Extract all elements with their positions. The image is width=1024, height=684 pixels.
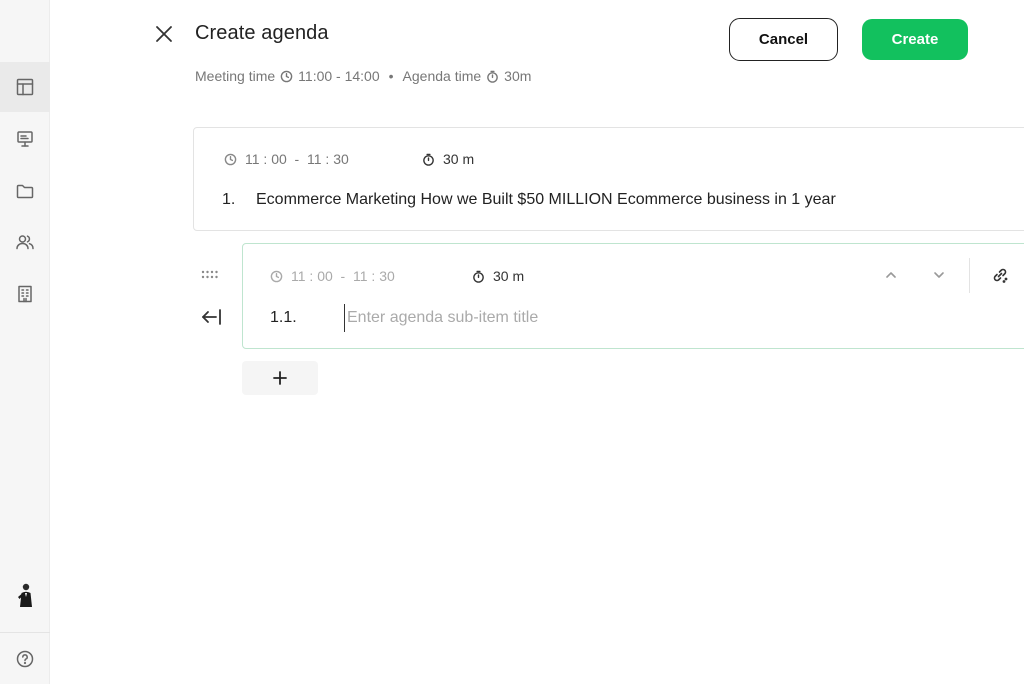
help-icon xyxy=(16,650,34,668)
meeting-time-value: 11:00 - 14:00 xyxy=(298,68,380,84)
users-icon xyxy=(16,235,34,250)
outdent-arrow-icon xyxy=(202,309,221,325)
outdent-button[interactable] xyxy=(200,307,224,327)
drag-handle-icon[interactable] xyxy=(201,270,221,280)
meeting-meta: Meeting time 11:00 - 14:00 • Agenda time… xyxy=(195,68,531,84)
sidebar-item-folder[interactable] xyxy=(0,166,50,216)
move-up-button[interactable] xyxy=(880,264,902,286)
agenda-item-title[interactable]: Ecommerce Marketing How we Built $50 MIL… xyxy=(256,191,836,209)
sub-item-time[interactable]: 11 : 00 - 11 : 30 xyxy=(270,268,395,284)
agenda-time-value: 30m xyxy=(504,68,532,84)
meeting-time-label: Meeting time xyxy=(195,68,276,84)
sub-item-duration-value: 30 m xyxy=(493,268,525,284)
sidebar xyxy=(0,0,50,684)
agenda-item-duration-value: 30 m xyxy=(443,151,475,167)
agenda-sub-item-card[interactable]: 11 : 00 - 11 : 30 30 m 1.1. xyxy=(242,243,1024,349)
sub-item-title-input[interactable] xyxy=(344,304,744,332)
agenda-item-time[interactable]: 11 : 00 - 11 : 30 xyxy=(224,151,349,167)
link-icon xyxy=(993,268,1008,283)
sidebar-item-presentation[interactable] xyxy=(0,114,50,164)
clock-icon xyxy=(270,270,283,282)
link-button[interactable] xyxy=(989,264,1011,286)
clock-icon xyxy=(224,153,237,165)
add-sub-item-button[interactable] xyxy=(242,361,318,395)
sidebar-item-layout[interactable] xyxy=(0,62,50,112)
sub-item-duration[interactable]: 30 m xyxy=(472,268,524,284)
layout-icon xyxy=(16,78,34,96)
timer-icon xyxy=(473,270,484,283)
agenda-item-duration[interactable]: 30 m xyxy=(422,151,474,167)
sub-item-number: 1.1. xyxy=(270,309,297,326)
chevron-up-icon xyxy=(886,272,896,278)
agenda-item-number: 1. xyxy=(222,191,236,208)
avatar[interactable] xyxy=(14,582,36,608)
sidebar-item-users[interactable] xyxy=(0,217,50,267)
plus-icon xyxy=(273,371,287,385)
create-button[interactable]: Create xyxy=(862,19,968,60)
presentation-icon xyxy=(17,131,33,147)
folder-icon xyxy=(16,184,34,199)
sub-item-time-range: 11 : 00 - 11 : 30 xyxy=(291,268,395,284)
close-button[interactable] xyxy=(152,22,176,46)
building-icon xyxy=(18,285,32,303)
sidebar-item-building[interactable] xyxy=(0,269,50,319)
cancel-button[interactable]: Cancel xyxy=(729,18,838,61)
help-button[interactable] xyxy=(0,634,50,684)
page-title: Create agenda xyxy=(195,22,329,44)
agenda-item-time-range: 11 : 00 - 11 : 30 xyxy=(245,151,349,167)
sidebar-divider xyxy=(0,632,50,633)
chevron-down-icon xyxy=(934,272,944,278)
controls-divider xyxy=(969,258,970,293)
timer-icon xyxy=(487,70,498,83)
clock-icon xyxy=(280,70,293,82)
timer-icon xyxy=(423,153,434,166)
move-down-button[interactable] xyxy=(928,264,950,286)
agenda-item-card[interactable]: 11 : 00 - 11 : 30 30 m 1. Ecommerce Mark… xyxy=(193,127,1024,231)
meta-separator: • xyxy=(388,68,394,84)
close-icon xyxy=(156,26,172,42)
agenda-time-label: Agenda time xyxy=(402,68,482,84)
